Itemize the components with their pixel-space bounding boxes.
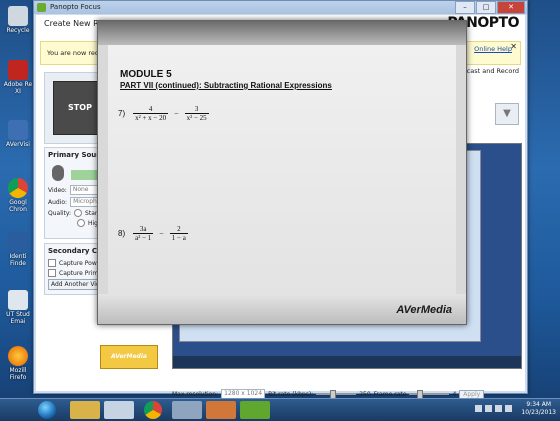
taskbar: 9:34 AM 10/23/2013 bbox=[0, 398, 560, 421]
desktop-icon-label: XI bbox=[15, 88, 21, 95]
document-camera-window: MODULE 5 PART VII (continued): Subtracti… bbox=[97, 20, 467, 325]
online-help-link[interactable]: Online Help bbox=[474, 44, 512, 54]
firefox-icon bbox=[8, 346, 28, 366]
clock-time: 9:34 AM bbox=[526, 401, 552, 408]
tray-power-icon[interactable] bbox=[505, 405, 512, 412]
close-notice-icon[interactable]: ✕ bbox=[510, 42, 517, 52]
desktop-icon-label: Mozill bbox=[9, 367, 27, 374]
desktop-icon-adobe[interactable]: Adobe Re XI bbox=[2, 60, 34, 95]
desktop-icon-firefox[interactable]: Mozill Firefo bbox=[2, 346, 34, 381]
close-button[interactable]: ✕ bbox=[497, 1, 525, 14]
preview-taskbar bbox=[173, 356, 521, 368]
explorer-taskbar-icon[interactable] bbox=[70, 401, 100, 419]
framerate-value: 4 bbox=[452, 390, 457, 398]
denominator: 1 − a bbox=[171, 234, 186, 242]
desktop-icon-identity[interactable]: Identi Finde bbox=[2, 232, 34, 267]
avermedia-brand: AVerMedia bbox=[396, 304, 452, 316]
numerator: 4 bbox=[133, 105, 169, 114]
denominator: x² + x − 20 bbox=[135, 114, 167, 122]
max-resolution-label: Max resolution: bbox=[172, 390, 219, 398]
quality-high-radio[interactable] bbox=[77, 219, 85, 227]
framerate-label: Frame rate bbox=[373, 390, 407, 398]
desktop-icon-chrome[interactable]: Googl Chron bbox=[2, 178, 34, 213]
clock-date: 10/23/2013 bbox=[521, 409, 556, 416]
document-camera-taskbar-icon[interactable] bbox=[206, 401, 236, 419]
quality-label: Quality: bbox=[48, 209, 72, 217]
document-top-frame bbox=[98, 21, 466, 45]
desktop-icon-label: Firefo bbox=[9, 374, 27, 381]
desktop-icon-label: Recycle bbox=[6, 27, 30, 34]
chrome-icon bbox=[8, 178, 28, 198]
operator: − bbox=[174, 109, 179, 118]
denominator: a² − 1 bbox=[135, 234, 152, 242]
desktop-icon-label: UT Stud bbox=[6, 311, 30, 318]
operator: − bbox=[159, 229, 164, 238]
system-tray bbox=[475, 405, 512, 412]
document-page: MODULE 5 PART VII (continued): Subtracti… bbox=[108, 45, 456, 294]
desktop-icon-label: AVerVisi bbox=[6, 141, 30, 148]
bitrate-value: 250 bbox=[359, 390, 371, 398]
recycle-bin-icon bbox=[8, 6, 28, 26]
media-taskbar-icon[interactable] bbox=[104, 401, 134, 419]
fraction: 2 1 − a bbox=[169, 225, 188, 242]
desktop-icon-email[interactable]: UT Stud Emai bbox=[2, 290, 34, 325]
chrome-taskbar-icon[interactable] bbox=[144, 401, 162, 419]
microphone-icon bbox=[52, 165, 64, 181]
record-dropdown-button[interactable]: ▼ bbox=[495, 103, 519, 125]
email-icon bbox=[8, 290, 28, 310]
document-bottom-frame: AVerMedia bbox=[98, 294, 466, 324]
panopto-app-icon bbox=[37, 3, 46, 12]
numerator: 2 bbox=[169, 225, 188, 234]
numerator: 3 bbox=[184, 105, 209, 114]
capture-powerpoint-checkbox[interactable] bbox=[48, 259, 56, 267]
clock[interactable]: 9:34 AM 10/23/2013 bbox=[521, 401, 556, 417]
panopto-titlebar[interactable]: Panopto Focus – □ ✕ bbox=[34, 1, 527, 14]
video-label: Video: bbox=[48, 186, 67, 194]
bitrate-label: Bit rate (kbps): bbox=[268, 390, 314, 398]
window-title: Panopto Focus bbox=[50, 3, 101, 11]
desktop-icon-label: Finde bbox=[10, 260, 26, 267]
bitrate-slider[interactable] bbox=[316, 390, 357, 400]
problem-8: 8) 3a a² − 1 − 2 1 − a bbox=[118, 225, 190, 242]
desktop-icon-label: Googl bbox=[9, 199, 27, 206]
tray-network-icon[interactable] bbox=[485, 405, 492, 412]
notice-text: You are now reco bbox=[47, 49, 103, 57]
capture-primary-checkbox[interactable] bbox=[48, 269, 56, 277]
problem-7: 7) 4 x² + x − 20 − 3 x² − 25 bbox=[118, 105, 211, 122]
maximize-button[interactable]: □ bbox=[476, 1, 496, 14]
fraction: 4 x² + x − 20 bbox=[133, 105, 169, 122]
panopto-taskbar-icon[interactable] bbox=[240, 401, 270, 419]
desktop-icon-label: Identi bbox=[9, 253, 27, 260]
fraction: 3a a² − 1 bbox=[133, 225, 154, 242]
desktop-icon-recycle[interactable]: Recycle bbox=[2, 6, 34, 34]
audio-label: Audio: bbox=[48, 198, 68, 206]
problem-number: 8) bbox=[118, 229, 126, 238]
adobe-reader-icon bbox=[8, 60, 28, 80]
desktop-icon-label: Chron bbox=[9, 206, 27, 213]
settings-taskbar-icon[interactable] bbox=[172, 401, 202, 419]
problem-number: 7) bbox=[118, 109, 126, 118]
part-heading: PART VII (continued): Subtracting Ration… bbox=[120, 81, 332, 90]
avervision-icon bbox=[8, 120, 28, 140]
tray-volume-icon[interactable] bbox=[495, 405, 502, 412]
framerate-slider[interactable] bbox=[409, 390, 450, 400]
identity-finder-icon bbox=[8, 232, 28, 252]
desktop-icon-label: Adobe Re bbox=[3, 81, 33, 88]
fraction: 3 x² − 25 bbox=[184, 105, 209, 122]
denominator: x² − 25 bbox=[186, 114, 207, 122]
module-heading: MODULE 5 bbox=[120, 69, 172, 80]
minimize-button[interactable]: – bbox=[455, 1, 475, 14]
avermedia-logo: AVerMedia bbox=[100, 345, 158, 369]
tray-flag-icon[interactable] bbox=[475, 405, 482, 412]
desktop-icon-avervision[interactable]: AVerVisi bbox=[2, 120, 34, 148]
quality-standard-radio[interactable] bbox=[74, 209, 83, 217]
desktop-icon-label: Emai bbox=[10, 318, 26, 325]
numerator: 3a bbox=[133, 225, 154, 234]
start-button[interactable] bbox=[38, 401, 56, 419]
